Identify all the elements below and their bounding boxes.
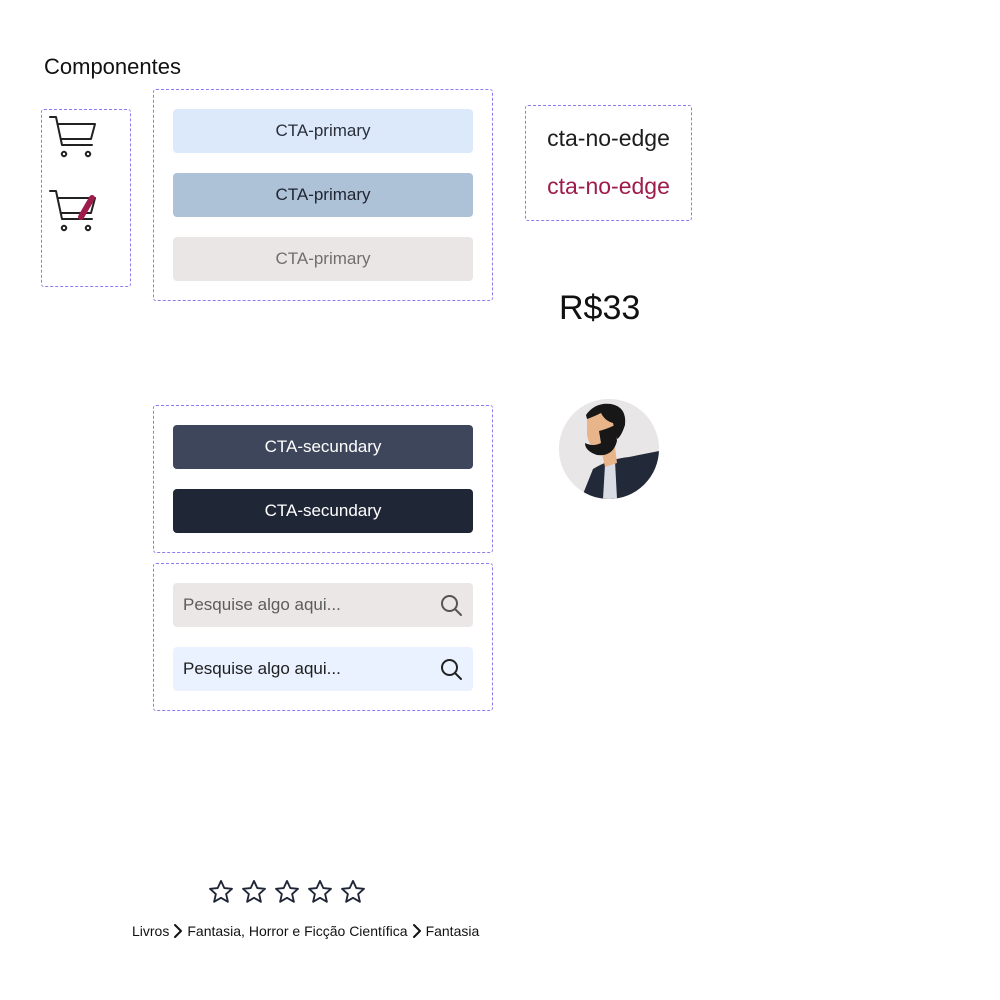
star-outline-icon[interactable] [306, 878, 334, 906]
cta-secundary-button-default[interactable]: CTA-secundary [173, 425, 473, 469]
star-outline-icon[interactable] [273, 878, 301, 906]
cart-icon[interactable] [48, 114, 98, 160]
star-outline-icon[interactable] [240, 878, 268, 906]
price-label: R$33 [559, 289, 641, 327]
cart-edit-icon[interactable] [48, 188, 98, 234]
search-input[interactable] [183, 595, 439, 615]
search-icon[interactable] [439, 593, 463, 617]
cta-no-edge-button[interactable]: cta-no-edge [526, 125, 691, 152]
breadcrumb-item[interactable]: Fantasia [426, 923, 480, 939]
breadcrumb: Livros Fantasia, Horror e Ficção Científ… [132, 922, 479, 940]
chevron-right-icon [409, 922, 425, 940]
star-rating [207, 878, 367, 906]
star-outline-icon[interactable] [339, 878, 367, 906]
no-edge-buttons-group: cta-no-edge cta-no-edge [525, 105, 692, 221]
cta-primary-button-hover[interactable]: CTA-primary [173, 173, 473, 217]
chevron-right-icon [170, 922, 186, 940]
search-icon[interactable] [439, 657, 463, 681]
icons-group [41, 109, 131, 287]
search-field-focused [173, 647, 473, 691]
page-title: Componentes [44, 54, 181, 79]
avatar[interactable] [559, 399, 659, 499]
search-fields-group [153, 563, 493, 711]
breadcrumb-item[interactable]: Livros [132, 923, 169, 939]
search-input[interactable] [183, 659, 439, 679]
cta-primary-button-default[interactable]: CTA-primary [173, 109, 473, 153]
cta-primary-button-disabled[interactable]: CTA-primary [173, 237, 473, 281]
search-field-default [173, 583, 473, 627]
star-outline-icon[interactable] [207, 878, 235, 906]
primary-buttons-group: CTA-primary CTA-primary CTA-primary [153, 89, 493, 301]
breadcrumb-item[interactable]: Fantasia, Horror e Ficção Científica [187, 923, 407, 939]
cta-secundary-button-hover[interactable]: CTA-secundary [173, 489, 473, 533]
secondary-buttons-group: CTA-secundary CTA-secundary [153, 405, 493, 553]
cta-no-edge-button-active[interactable]: cta-no-edge [526, 173, 691, 200]
